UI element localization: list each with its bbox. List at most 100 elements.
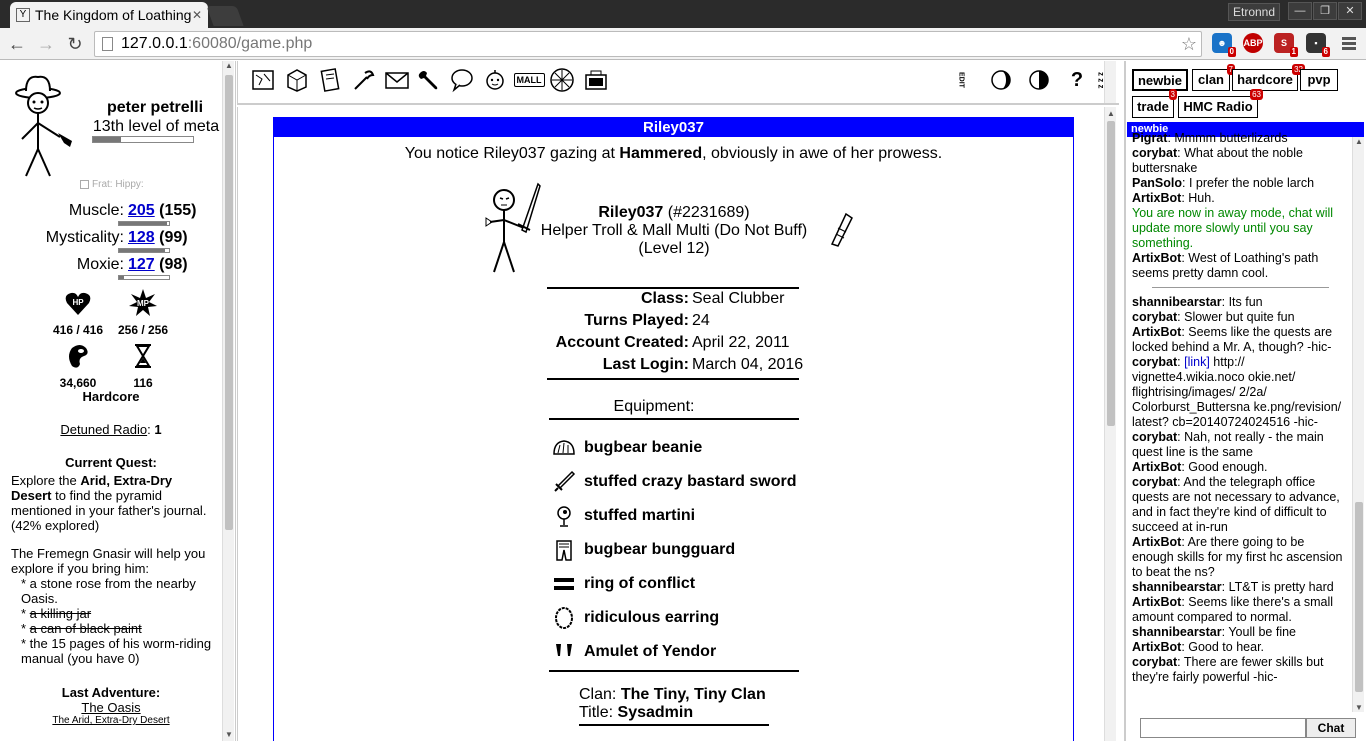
mp-starburst-icon[interactable]: MP — [129, 289, 157, 317]
chat-username[interactable]: shannibearstar — [1132, 580, 1222, 594]
chat-scrollbar[interactable]: ▲ ▼ — [1352, 137, 1364, 712]
mail-icon[interactable] — [384, 67, 410, 93]
chat-tab-hmc-radio[interactable]: HMC Radio 63 — [1178, 89, 1263, 118]
chat-tab-newbie[interactable]: newbie — [1132, 69, 1188, 91]
scroll-down-icon[interactable]: ▼ — [223, 730, 235, 739]
close-tab-icon[interactable]: ✕ — [192, 8, 202, 22]
clan-icon[interactable] — [583, 67, 609, 93]
options-icon[interactable] — [416, 67, 442, 93]
muscle-buffed-link[interactable]: 205 — [128, 202, 155, 219]
chat-input[interactable] — [1140, 718, 1306, 738]
chat-username[interactable]: ArtixBot — [1132, 460, 1181, 474]
familiar-icon[interactable] — [482, 67, 508, 93]
moxie-buffed-link[interactable]: 127 — [128, 256, 155, 273]
chat-username[interactable]: corybat — [1132, 655, 1177, 669]
adblock-plus-icon[interactable]: ABP — [1243, 33, 1263, 53]
profile-name[interactable]: Etronnd — [1228, 3, 1280, 21]
chat-username[interactable]: ArtixBot — [1132, 595, 1181, 609]
chat-tab-label: trade — [1137, 99, 1169, 114]
new-tab-button[interactable] — [206, 6, 244, 26]
hp-heart-icon[interactable]: HP — [64, 289, 92, 317]
chat-tab-pvp[interactable]: pvp — [1300, 69, 1338, 91]
character-name[interactable]: peter petrelli — [86, 99, 224, 117]
mall-icon[interactable]: MALL — [513, 67, 545, 93]
chat-username[interactable]: corybat — [1132, 430, 1177, 444]
reload-icon[interactable]: ↻ — [64, 33, 86, 55]
chat-username[interactable]: ArtixBot — [1132, 640, 1181, 654]
equipment-item[interactable]: stuffed martini — [552, 499, 695, 533]
chat-bubble-icon[interactable] — [449, 67, 475, 93]
mysticality-buffed-link[interactable]: 128 — [128, 229, 155, 246]
help-icon[interactable]: ? — [1064, 67, 1090, 93]
back-icon[interactable]: ← — [6, 33, 28, 55]
equipment-item[interactable]: Amulet of Yendor — [552, 635, 716, 669]
map-icon[interactable] — [250, 67, 276, 93]
moon-icon[interactable] — [988, 67, 1014, 93]
chat-text: : Youll be fine — [1221, 625, 1296, 639]
mysticality-progress-bar — [118, 248, 170, 253]
scroll-thumb[interactable] — [1355, 502, 1363, 692]
frat-hippy-checkbox[interactable] — [80, 180, 89, 189]
mainpane-scrollbar[interactable]: ▲ — [1104, 107, 1116, 741]
chat-username[interactable]: corybat — [1132, 475, 1177, 489]
chat-username[interactable]: shannibearstar — [1132, 295, 1222, 309]
divider — [549, 418, 799, 420]
equipment-item[interactable]: bugbear beanie — [552, 431, 702, 465]
last-adventure-zone-link[interactable]: The Arid, Extra-Dry Desert — [0, 715, 222, 726]
quests-icon[interactable] — [318, 67, 344, 93]
chat-tab-trade[interactable]: trade 3 — [1132, 89, 1177, 118]
chat-username[interactable]: ArtixBot — [1132, 535, 1181, 549]
s-extension-icon[interactable]: S1 — [1274, 33, 1298, 57]
edit-icon[interactable]: EDIT — [955, 67, 967, 93]
scroll-down-icon[interactable]: ▼ — [1353, 703, 1365, 712]
bookmark-star-icon[interactable]: ☆ — [1181, 32, 1197, 56]
scroll-up-icon[interactable]: ▲ — [1105, 109, 1117, 118]
chat-send-button[interactable]: Chat — [1306, 718, 1356, 738]
chat-tab-hardcore[interactable]: hardcore 32 — [1232, 64, 1305, 91]
detuned-radio-link[interactable]: Detuned Radio — [60, 422, 147, 437]
chat-username[interactable]: Pigrat — [1132, 131, 1167, 145]
chat-username[interactable]: corybat — [1132, 355, 1177, 369]
half-moon-icon[interactable] — [1026, 67, 1052, 93]
close-window-icon[interactable]: ✕ — [1338, 2, 1362, 20]
last-adventure-link[interactable]: The Oasis — [0, 700, 222, 715]
chat-tab-clan[interactable]: clan 7 — [1192, 64, 1235, 91]
browser-tab[interactable]: Y The Kingdom of Loathing ✕ — [10, 2, 208, 28]
minimize-icon[interactable]: — — [1288, 2, 1312, 20]
chat-username[interactable]: corybat — [1132, 146, 1177, 160]
equipment-item[interactable]: ring of conflict — [552, 567, 695, 601]
scroll-thumb[interactable] — [1107, 121, 1115, 426]
character-avatar[interactable] — [10, 71, 80, 181]
chat-message: corybat: What about the noble buttersnak… — [1132, 146, 1349, 176]
scroll-up-icon[interactable]: ▲ — [223, 61, 235, 70]
forward-icon[interactable]: → — [35, 33, 57, 55]
chat-link[interactable]: [link] — [1184, 355, 1210, 369]
clan-name-link[interactable]: The Tiny, Tiny Clan — [621, 686, 766, 703]
chat-message: corybat: There are fewer skills but they… — [1132, 655, 1349, 685]
equipment-item[interactable]: ridiculous earring — [552, 601, 719, 635]
chat-username[interactable]: shannibearstar — [1132, 625, 1222, 639]
browser-menu-icon[interactable] — [1342, 37, 1356, 50]
scroll-thumb[interactable] — [225, 75, 233, 530]
equipment-item[interactable]: bugbear bungguard — [552, 533, 735, 567]
charpane-scrollbar[interactable]: ▲ ▼ — [222, 61, 234, 741]
sword-icon — [552, 470, 576, 494]
ghost-extension-icon[interactable]: ☻ 0 — [1212, 33, 1236, 57]
dark-extension-icon[interactable]: ▪ 6 — [1306, 33, 1330, 57]
chat-message: ArtixBot: Seems like there's a small amo… — [1132, 595, 1349, 625]
chat-username[interactable]: ArtixBot — [1132, 325, 1181, 339]
chat-username[interactable]: PanSolo — [1132, 176, 1182, 190]
restore-icon[interactable]: ❐ — [1313, 2, 1337, 20]
toppane-scrollbar[interactable] — [1104, 61, 1116, 103]
inventory-icon[interactable] — [284, 67, 310, 93]
scroll-up-icon[interactable]: ▲ — [1353, 137, 1365, 146]
chat-username[interactable]: ArtixBot — [1132, 191, 1181, 205]
chat-username[interactable]: ArtixBot — [1132, 251, 1181, 265]
skills-icon[interactable] — [351, 67, 377, 93]
oracle-icon[interactable] — [549, 67, 575, 93]
chat-username[interactable]: corybat — [1132, 310, 1177, 324]
address-bar[interactable]: 127.0.0.1:60080/game.php ☆ — [94, 31, 1202, 57]
equipment-item[interactable]: stuffed crazy bastard sword — [552, 465, 797, 499]
frat-hippy-toggle[interactable]: Frat: Hippy: — [80, 179, 144, 190]
adventures-display: 116 — [108, 342, 178, 390]
